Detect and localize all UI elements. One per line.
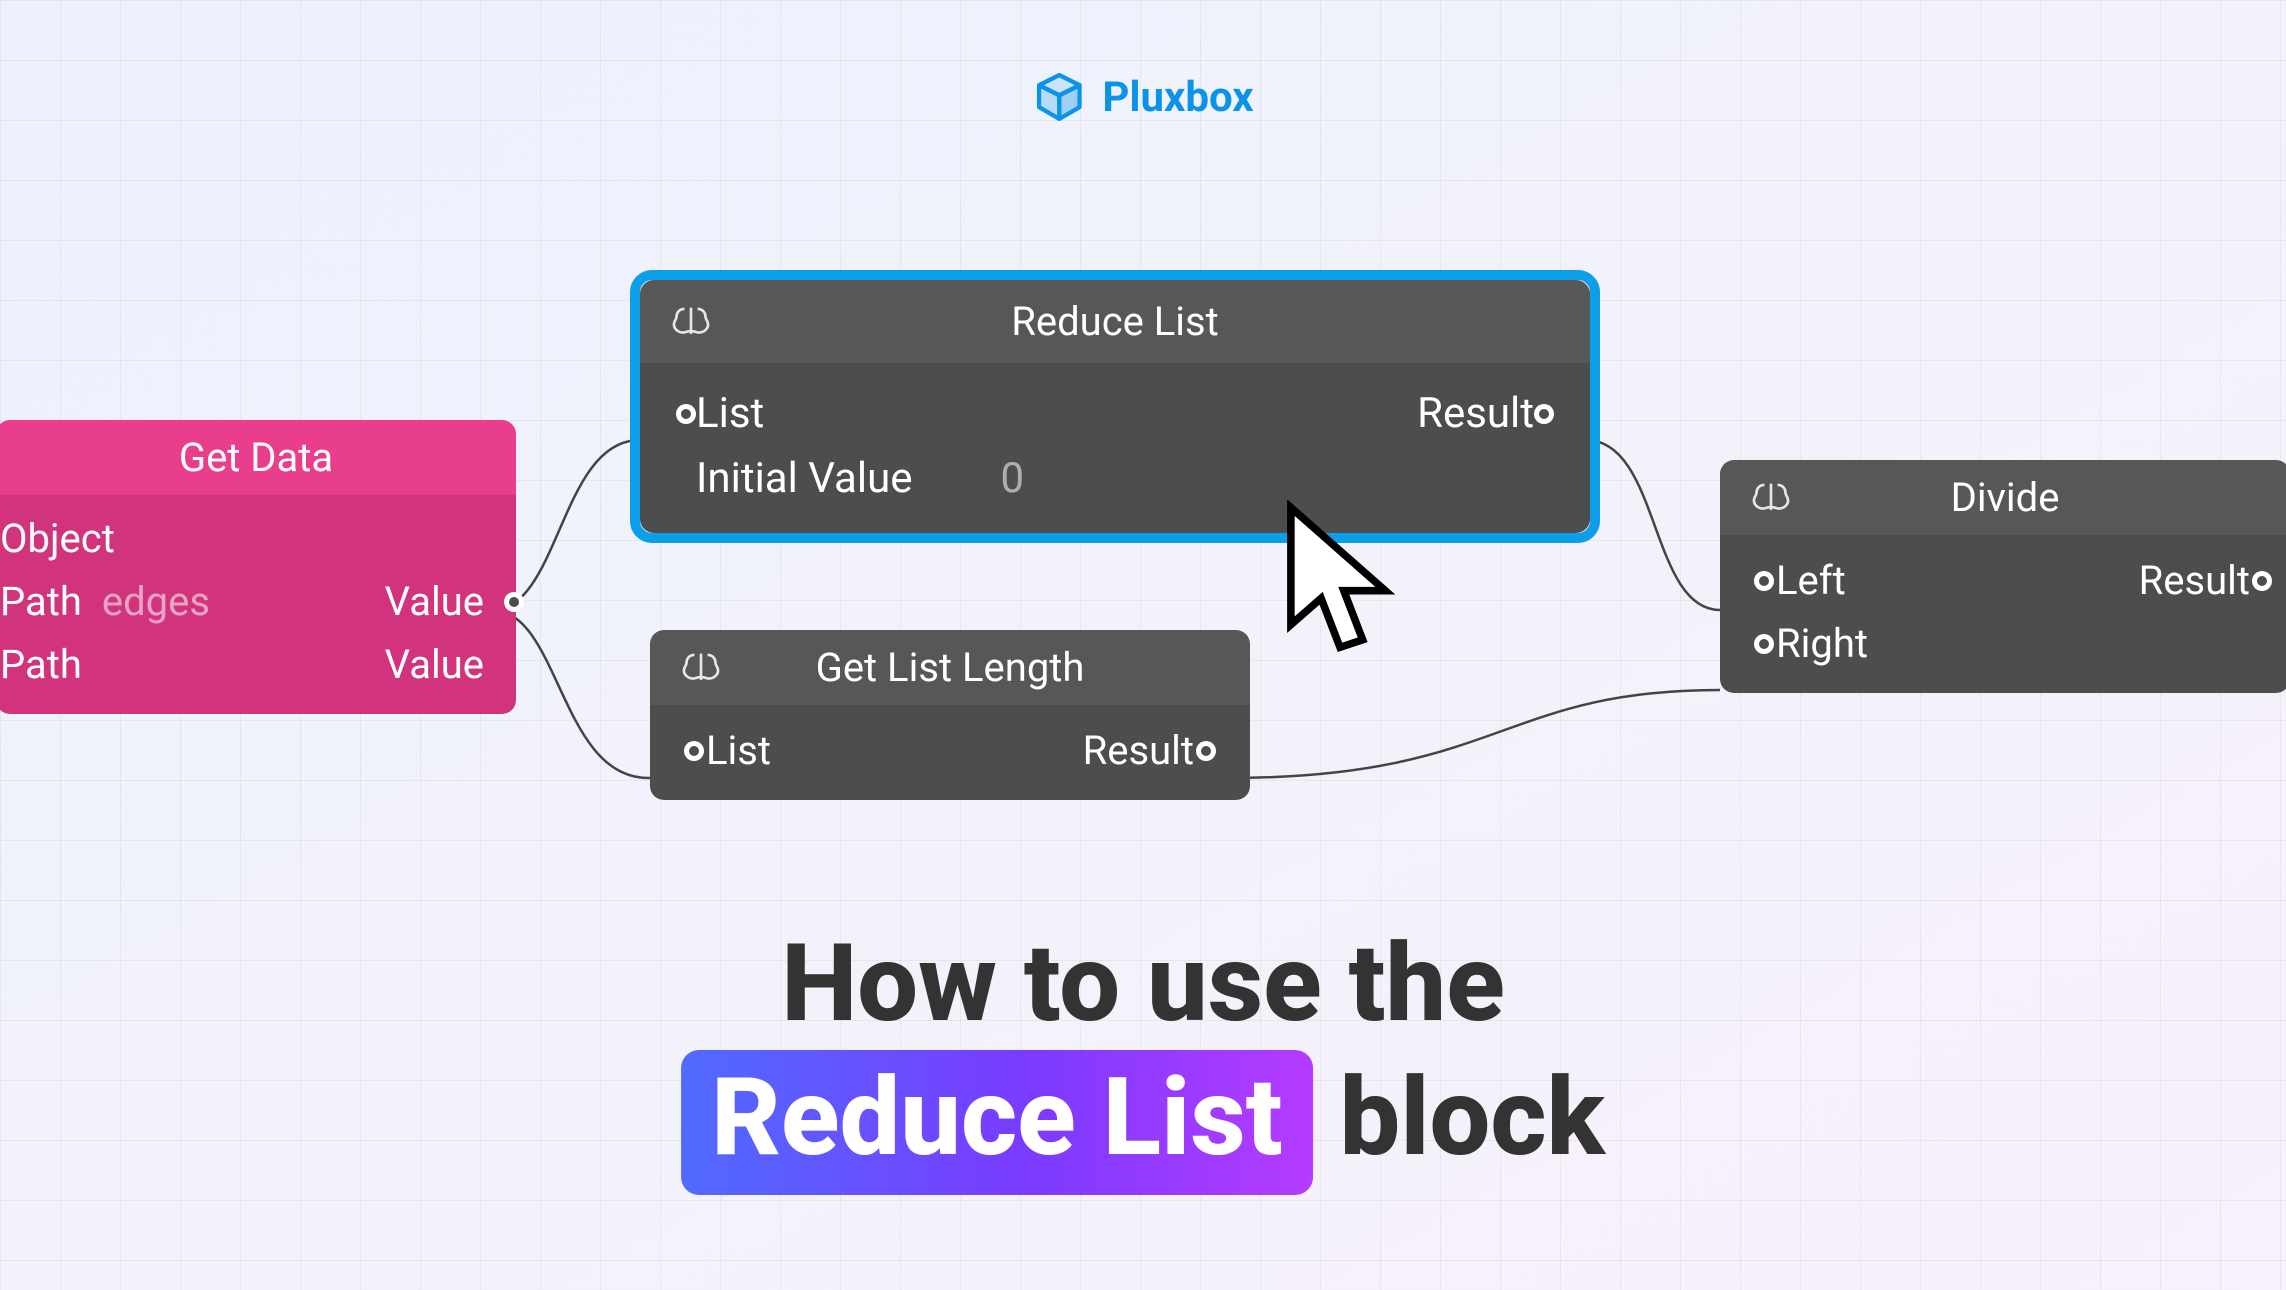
port-label: Initial Value: [696, 454, 913, 503]
port-label: Value: [385, 641, 484, 688]
title-word-block: block: [1340, 1055, 1605, 1181]
node-reduce-list-selected[interactable]: Reduce List List Result Initial Value 0: [630, 270, 1600, 543]
brand-logo: Pluxbox: [1032, 70, 1253, 124]
node-title: Get Data: [179, 434, 333, 481]
node-divide[interactable]: Divide Left Result Right: [1720, 460, 2286, 693]
canvas: Pluxbox Get Data Object Path edges Value…: [0, 0, 2286, 1290]
node-body: Left Result Right: [1720, 535, 2286, 693]
title-line-1: How to use the: [681, 920, 1605, 1050]
port-label: List: [696, 389, 764, 438]
node-row: List Result: [696, 381, 1534, 446]
input-port[interactable]: [676, 404, 696, 424]
node-row: Right: [1776, 612, 2250, 675]
port-label: Path: [0, 641, 82, 688]
node-row: Left Result: [1776, 549, 2250, 612]
port-label: Result: [1417, 389, 1534, 438]
node-row: Path Value: [0, 633, 484, 696]
input-port[interactable]: [1754, 571, 1774, 591]
node-row: Path edges Value: [0, 570, 484, 633]
node-body: List Result Initial Value 0: [640, 363, 1590, 533]
brain-icon: [680, 647, 722, 689]
node-row: List Result: [706, 719, 1194, 782]
port-value: edges: [102, 578, 210, 625]
port-label: Left: [1776, 557, 1846, 604]
cube-icon: [1032, 70, 1086, 124]
brain-icon: [1750, 477, 1792, 519]
output-port[interactable]: [504, 592, 524, 612]
node-reduce-list[interactable]: Reduce List List Result Initial Value 0: [640, 280, 1590, 533]
output-port[interactable]: [2252, 571, 2272, 591]
output-port[interactable]: [1534, 404, 1554, 424]
port-value[interactable]: 0: [1001, 454, 1025, 503]
node-title: Get List Length: [816, 644, 1085, 691]
port-label: Result: [2139, 557, 2250, 604]
node-get-list-length[interactable]: Get List Length List Result: [650, 630, 1250, 800]
page-title: How to use the Reduce List block: [681, 920, 1605, 1195]
brain-icon: [670, 301, 712, 343]
node-title: Reduce List: [1011, 298, 1219, 345]
node-header[interactable]: Divide: [1720, 460, 2286, 535]
port-label: Object: [0, 515, 115, 562]
brand-name: Pluxbox: [1102, 73, 1253, 122]
port-label: List: [706, 727, 771, 774]
port-label: Result: [1083, 727, 1194, 774]
title-line-2: Reduce List block: [681, 1050, 1605, 1196]
node-header[interactable]: Get Data: [0, 420, 516, 495]
node-body: List Result: [650, 705, 1250, 800]
node-header[interactable]: Reduce List: [640, 280, 1590, 363]
port-label: Right: [1776, 620, 1868, 667]
input-port[interactable]: [684, 741, 704, 761]
node-row: Initial Value 0: [696, 446, 1534, 511]
input-port[interactable]: [1754, 634, 1774, 654]
port-label: Path: [0, 578, 82, 625]
title-highlight-chip: Reduce List: [681, 1050, 1313, 1196]
node-body: Object Path edges Value Path Value: [0, 495, 516, 714]
port-label: Value: [385, 578, 484, 625]
node-title: Divide: [1951, 474, 2060, 521]
node-get-data[interactable]: Get Data Object Path edges Value Path Va…: [0, 420, 516, 714]
output-port[interactable]: [1196, 741, 1216, 761]
node-row: Object: [0, 507, 484, 570]
node-header[interactable]: Get List Length: [650, 630, 1250, 705]
